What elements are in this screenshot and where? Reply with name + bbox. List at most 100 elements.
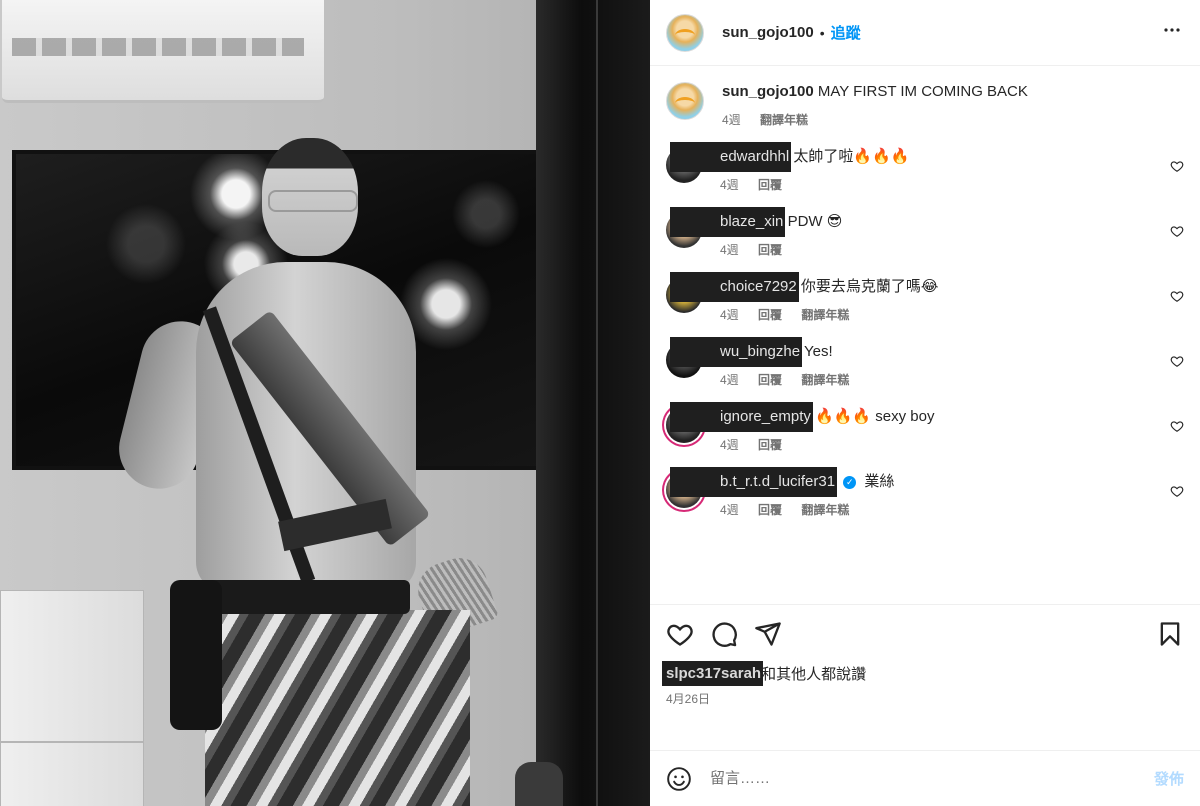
caption-avatar[interactable] [666,82,704,120]
paper-plane-icon[interactable] [754,620,782,648]
dark-wall-panel [536,0,650,806]
caption-meta: 4週 翻譯年糕 [722,111,1184,128]
commenter-username[interactable]: edwardhhl [670,142,792,172]
post-details-panel: sun_gojo100 • 追蹤 sun_gojo100 MAY FIRST I… [650,0,1200,806]
comment-icon[interactable] [710,620,738,648]
action-icon-row [666,619,1184,649]
comment-meta: 4週 回覆 [720,176,1184,193]
caption-text: MAY FIRST IM COMING BACK [817,83,1028,100]
belt-shape [190,580,410,614]
comment-time: 4週 [720,178,739,192]
commenter-username[interactable]: blaze_xin [670,207,786,237]
liker-username[interactable]: slpc317sarah [661,661,764,686]
comment-meta: 4週 回覆 翻譯年糕 [720,371,1184,388]
caption-body: sun_gojo100 MAY FIRST IM COMING BACK 4週 … [722,82,1184,128]
comment-body: edwardhhl 太帥了啦🔥🔥🔥 4週 回覆 [670,142,1184,193]
comment-meta: 4週 回覆 翻譯年糕 [720,306,1184,323]
post-date[interactable]: 4月26日 [666,690,1184,707]
ellipsis-icon[interactable] [1160,18,1184,48]
comment-item: b.t_r.t.d_lucifer31 ✓ 業絲 4週 回覆 翻譯年糕 [666,467,1184,518]
heart-icon[interactable] [666,620,694,648]
glasses-shape [268,190,358,212]
post-dialog: sun_gojo100 • 追蹤 sun_gojo100 MAY FIRST I… [0,0,1200,806]
verified-badge-icon: ✓ [843,476,857,489]
air-conditioner-shape [2,0,324,103]
comment-input[interactable] [708,769,1154,788]
comment-line: wu_bingzhe Yes! [670,337,1184,367]
reply-link[interactable]: 回覆 [758,243,782,257]
commenter-username[interactable]: ignore_empty [670,402,813,432]
comment-text: 業絲 [864,473,895,490]
comment-time: 4週 [720,373,739,387]
header-separator: • [819,24,825,41]
comment-text: PDW 😎 [787,213,843,230]
comment-time: 4週 [720,503,739,517]
comment-line: b.t_r.t.d_lucifer31 ✓ 業絲 [670,467,1184,497]
comment-body: wu_bingzhe Yes! 4週 回覆 翻譯年糕 [670,337,1184,388]
commenter-username[interactable]: b.t_r.t.d_lucifer31 [670,467,838,497]
post-actions: slpc317sarah 和其他人都說讚 4月26日 [650,604,1200,750]
holster-shape [170,580,222,730]
translate-link[interactable]: 翻譯年糕 [801,503,849,517]
likes-rest-text[interactable]: 和其他人都說讚 [761,663,866,684]
shorts-shape [205,610,470,806]
comment-line: choice7292 你要去烏克蘭了嗎😂 [670,272,1184,302]
post-comment-button[interactable]: 發佈 [1154,768,1184,789]
comment-item: blaze_xin PDW 😎 4週 回覆 [666,207,1184,258]
comment-body: choice7292 你要去烏克蘭了嗎😂 4週 回覆 翻譯年糕 [670,272,1184,323]
reply-link[interactable]: 回覆 [758,373,782,387]
comment-body: blaze_xin PDW 😎 4週 回覆 [670,207,1184,258]
caption-time: 4週 [722,113,741,127]
commenter-username[interactable]: choice7292 [670,272,799,302]
follow-button[interactable]: 追蹤 [831,22,861,43]
reply-link[interactable]: 回覆 [758,438,782,452]
author-avatar[interactable] [666,13,704,52]
comment-heart-icon[interactable] [1170,354,1184,368]
comment-composer: 發佈 [650,750,1200,806]
caption: sun_gojo100 MAY FIRST IM COMING BACK 4週 … [666,82,1184,128]
bookmark-icon[interactable] [1156,620,1184,648]
reply-link[interactable]: 回覆 [758,308,782,322]
wall-edge-line [596,0,598,806]
post-photo[interactable] [0,0,650,806]
comment-meta: 4週 回覆 [720,436,1184,453]
comment-line: edwardhhl 太帥了啦🔥🔥🔥 [670,142,1184,172]
comment-time: 4週 [720,308,739,322]
commenter-username[interactable]: wu_bingzhe [670,337,803,367]
comment-item: choice7292 你要去烏克蘭了嗎😂 4週 回覆 翻譯年糕 [666,272,1184,323]
bottle-shape [515,762,563,806]
comment-item: wu_bingzhe Yes! 4週 回覆 翻譯年糕 [666,337,1184,388]
author-username[interactable]: sun_gojo100 [722,24,814,41]
comment-time: 4週 [720,438,739,452]
comment-heart-icon[interactable] [1170,484,1184,498]
comment-item: edwardhhl 太帥了啦🔥🔥🔥 4週 回覆 [666,142,1184,193]
comment-body: b.t_r.t.d_lucifer31 ✓ 業絲 4週 回覆 翻譯年糕 [670,467,1184,518]
comment-meta: 4週 回覆 [720,241,1184,258]
comment-text: 你要去烏克蘭了嗎😂 [800,278,939,295]
translate-link[interactable]: 翻譯年糕 [801,373,849,387]
comment-text: Yes! [803,343,833,360]
post-header: sun_gojo100 • 追蹤 [650,0,1200,66]
smiley-icon[interactable] [666,766,692,792]
reply-link[interactable]: 回覆 [758,178,782,192]
comment-heart-icon[interactable] [1170,289,1184,303]
fridge-shape [0,590,144,806]
caption-translate-link[interactable]: 翻譯年糕 [760,113,808,127]
comment-heart-icon[interactable] [1170,159,1184,173]
comment-text: 🔥🔥🔥 sexy boy [815,408,935,425]
translate-link[interactable]: 翻譯年糕 [801,308,849,322]
comment-text: 太帥了啦🔥🔥🔥 [793,148,910,165]
comment-body: ignore_empty 🔥🔥🔥 sexy boy 4週 回覆 [670,402,1184,453]
likes-summary: slpc317sarah 和其他人都說讚 [661,661,1184,686]
comment-heart-icon[interactable] [1170,419,1184,433]
comment-line: blaze_xin PDW 😎 [670,207,1184,237]
comment-meta: 4週 回覆 翻譯年糕 [720,501,1184,518]
caption-line: sun_gojo100 MAY FIRST IM COMING BACK [722,82,1184,102]
reply-link[interactable]: 回覆 [758,503,782,517]
comments-list[interactable]: sun_gojo100 MAY FIRST IM COMING BACK 4週 … [650,66,1200,604]
comment-time: 4週 [720,243,739,257]
caption-username[interactable]: sun_gojo100 [722,83,814,100]
comment-line: ignore_empty 🔥🔥🔥 sexy boy [670,402,1184,432]
comment-item: ignore_empty 🔥🔥🔥 sexy boy 4週 回覆 [666,402,1184,453]
comment-heart-icon[interactable] [1170,224,1184,238]
